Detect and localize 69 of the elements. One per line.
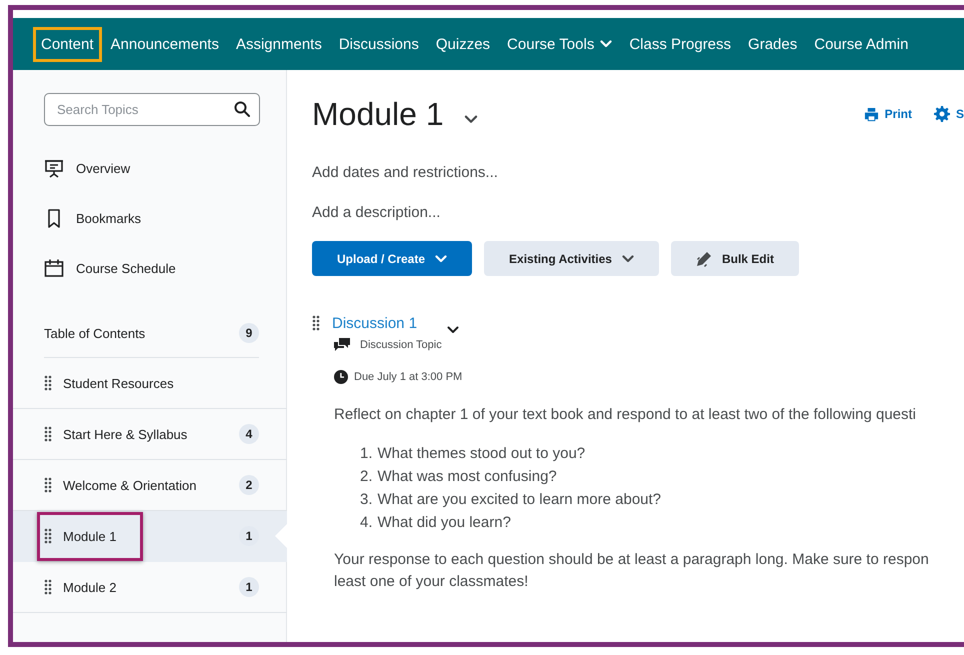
count-badge: 1 (239, 526, 259, 546)
toc-heading: Table of Contents (44, 326, 146, 340)
body-text: Your response to each question should be at least a paragraph long. Make sure to respon (334, 550, 930, 570)
search-field[interactable]: Search Topics (44, 93, 260, 126)
add-link[interactable]: Add dates and restrictions... (312, 153, 964, 193)
topic-link[interactable]: Discussion 1 (332, 314, 418, 332)
menu-button[interactable]: Existing Activities (484, 241, 659, 276)
list-number: 3. (360, 490, 373, 510)
printer-icon (864, 106, 879, 122)
toc-item[interactable]: Module 1 1 (13, 511, 287, 562)
nav-tab[interactable]: Announcements (102, 26, 227, 62)
toc-item[interactable]: Module 2 1 (13, 562, 287, 613)
due-date: Due July 1 at 3:00 PM (354, 371, 462, 383)
nav-tab[interactable]: Grades (740, 26, 806, 62)
chevron-down-icon (464, 114, 478, 124)
menu-button[interactable]: Upload / Create (312, 241, 472, 276)
drag-handle-icon (44, 375, 52, 391)
sidebar-link[interactable]: Bookmarks (44, 193, 261, 243)
count-badge: 9 (239, 323, 259, 343)
nav-tab[interactable]: Course Tools (499, 26, 620, 62)
drag-handle-icon (44, 426, 52, 442)
list-number: 4. (360, 513, 373, 533)
toc-label: Module 2 (63, 578, 116, 596)
count-badge: 4 (239, 424, 259, 444)
calendar-icon (44, 258, 64, 278)
drag-handle-icon (44, 477, 52, 493)
count-badge: 1 (239, 577, 259, 597)
list-item-text: What did you learn? (378, 513, 511, 533)
nav-tab[interactable]: Course Admin (806, 26, 916, 62)
presentation-icon (44, 158, 64, 178)
search-icon (234, 101, 250, 117)
page-title: Module 1 (312, 96, 444, 132)
list-item-text: What are you excited to learn more about? (378, 490, 662, 510)
add-link[interactable]: Add a description... (312, 193, 964, 233)
sidebar-link[interactable]: Overview (44, 143, 261, 193)
body-text: Reflect on chapter 1 of your text book and respond to at least two of the following questi (334, 405, 918, 425)
topic-type: Discussion Topic (360, 339, 442, 351)
clock-icon (334, 370, 348, 384)
nav-tab[interactable]: Class Progress (621, 26, 740, 62)
drag-handle-icon (312, 315, 320, 331)
chevron-down-icon (622, 254, 634, 262)
chevron-down-icon (447, 326, 460, 334)
settings-link[interactable]: S (934, 106, 964, 122)
nav-tab[interactable]: Content (33, 26, 102, 62)
print-link[interactable]: Print (864, 106, 912, 122)
list-item-text: What was most confusing? (378, 467, 557, 487)
drag-handle-icon (44, 579, 52, 595)
count-badge: 2 (239, 475, 259, 495)
gear-icon (934, 106, 950, 122)
nav-tab[interactable]: Assignments (228, 26, 330, 62)
list-number: 2. (360, 467, 373, 487)
chevron-down-icon (600, 40, 612, 48)
pencil-icon (696, 250, 712, 266)
toc-label: Welcome & Orientation (63, 476, 196, 494)
nav-tab[interactable]: Quizzes (428, 26, 498, 62)
speech-bubbles-icon (334, 338, 350, 352)
toc-label: Module 1 (63, 528, 116, 546)
chevron-down-icon (435, 254, 448, 262)
toc-item[interactable]: Start Here & Syllabus 4 (13, 409, 287, 460)
drag-handle-icon (44, 528, 52, 544)
list-item-text: What themes stood out to you? (378, 444, 586, 464)
toc-item[interactable]: Student Resources (13, 358, 287, 409)
nav-tab[interactable]: Discussions (330, 26, 427, 62)
bulk-edit-button[interactable]: Bulk Edit (670, 241, 799, 276)
toc-label: Student Resources (63, 374, 174, 392)
list-number: 1. (360, 444, 373, 464)
body-text: least one of your classmates! (334, 572, 530, 592)
sidebar-link[interactable]: Course Schedule (44, 243, 261, 293)
toc-label: Start Here & Syllabus (63, 426, 188, 444)
